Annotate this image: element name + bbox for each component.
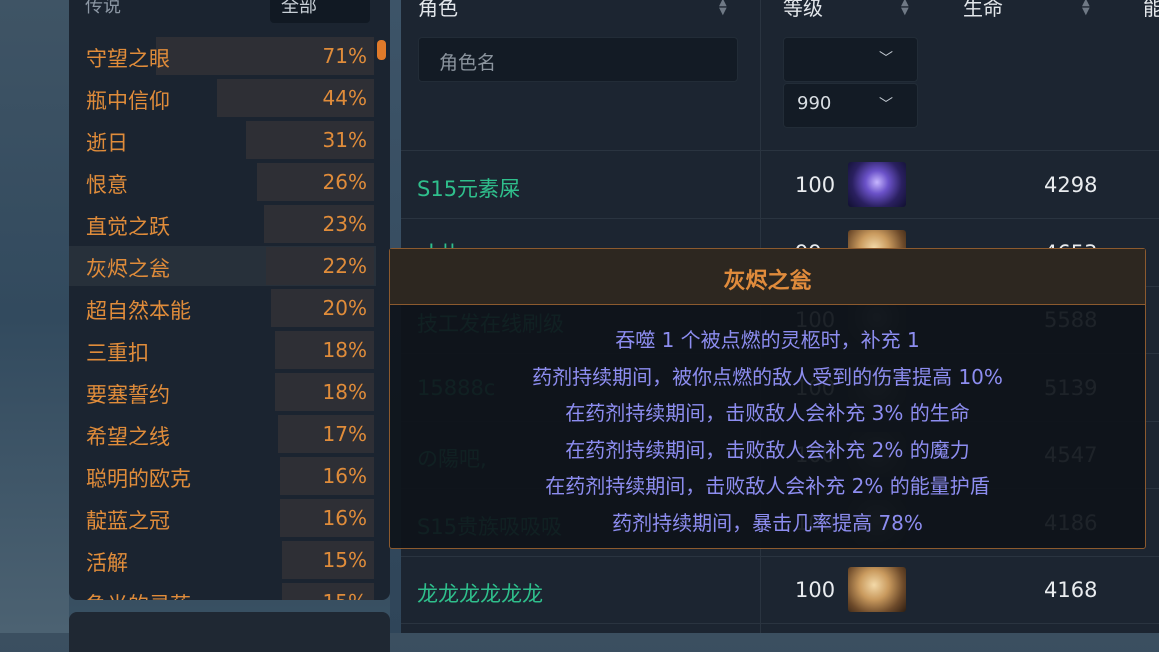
legendary-name: 活解	[86, 551, 128, 575]
chevron-down-icon: ﹀	[879, 51, 893, 67]
header-level[interactable]: 等级	[783, 0, 823, 21]
legendary-name: 瓶中信仰	[86, 89, 170, 113]
scrollbar-thumb[interactable]	[377, 40, 386, 60]
scrollbar-track[interactable]	[376, 36, 390, 600]
header-life[interactable]: 生命	[963, 0, 1003, 21]
legendary-percent: 16%	[322, 506, 367, 530]
legendary-percent: 16%	[322, 464, 367, 488]
tooltip-line: 在药剂持续期间，击败敌人会补充 2% 的能量护盾	[545, 474, 990, 499]
character-link[interactable]: S15元素屎	[417, 173, 520, 203]
legendary-item[interactable]: 直觉之跃 23%	[69, 204, 376, 244]
legendary-percent: 26%	[322, 170, 367, 194]
legendary-percent: 71%	[322, 44, 367, 68]
legendary-name: 聪明的欧克	[86, 467, 191, 491]
legendary-name: 逝日	[86, 131, 128, 155]
life-value: 4168	[1044, 578, 1098, 602]
level-select-value: 990	[797, 93, 832, 114]
panel-filter-select[interactable]: 全部 ﹀	[270, 0, 370, 23]
tooltip-line: 在药剂持续期间，击败敌人会补充 2% 的魔力	[565, 437, 970, 462]
sort-icon[interactable]: ▲ ▼	[1082, 0, 1090, 17]
legendary-item[interactable]: 三重扣 18%	[69, 330, 376, 370]
table-row[interactable]: S15元素屎 100 4298	[401, 151, 1159, 219]
legendary-percent: 18%	[322, 380, 367, 404]
tooltip-header: 灰烬之瓮	[390, 249, 1145, 305]
legendary-percent: 15%	[322, 548, 367, 572]
legendary-name: 要塞誓约	[86, 383, 170, 407]
legendary-percent: 17%	[322, 422, 367, 446]
legendary-name: 守望之眼	[86, 47, 170, 71]
legendary-name: 急光的灵药	[86, 589, 191, 600]
panel-header: 传说 全部 ﹀	[69, 0, 390, 34]
secondary-panel	[69, 612, 390, 652]
legendary-percent: 23%	[322, 212, 367, 236]
chevron-down-icon: ﹀	[328, 0, 345, 11]
legendary-name: 三重扣	[86, 341, 149, 365]
legendary-item[interactable]: 聪明的欧克 16%	[69, 456, 376, 496]
sort-icon[interactable]: ▲ ▼	[901, 0, 909, 17]
legendary-item[interactable]: 要塞誓约 18%	[69, 372, 376, 412]
select-value: 全部	[281, 0, 317, 17]
legendary-percent: 22%	[322, 254, 367, 278]
row-divider	[401, 623, 1159, 624]
legendary-percent: 31%	[322, 128, 367, 152]
legendary-percent: 44%	[322, 86, 367, 110]
background-left	[0, 0, 69, 633]
sort-icon[interactable]: ▲ ▼	[719, 0, 727, 17]
class-avatar	[848, 162, 906, 207]
legendary-item[interactable]: 守望之眼 71%	[69, 36, 376, 76]
level-value: 100	[795, 578, 836, 602]
character-name-input[interactable]: 角色名	[418, 37, 738, 82]
character-link[interactable]: 龙龙龙龙龙龙	[417, 578, 543, 608]
life-value: 4298	[1044, 173, 1098, 197]
legendary-item[interactable]: 希望之线 17%	[69, 414, 376, 454]
table-row[interactable]: 龙龙龙龙龙龙 100 4168	[401, 556, 1159, 624]
tooltip-title: 灰烬之瓮	[723, 269, 812, 294]
panel-title: 传说	[85, 0, 121, 17]
legendary-item[interactable]: 灰烬之瓮 22%	[69, 246, 376, 286]
legendary-item[interactable]: 超自然本能 20%	[69, 288, 376, 328]
tooltip-line: 药剂持续期间，暴击几率提高 78%	[612, 511, 923, 535]
legendary-name: 靛蓝之冠	[86, 509, 170, 533]
legendary-name: 超自然本能	[86, 299, 191, 323]
header-character[interactable]: 角色	[418, 0, 458, 21]
legendary-item[interactable]: 靛蓝之冠 16%	[69, 498, 376, 538]
chevron-down-icon: ﹀	[879, 97, 893, 113]
level-select-primary[interactable]: ﹀	[783, 37, 918, 82]
legendary-percent: 20%	[322, 296, 367, 320]
tooltip-line: 吞噬 1 个被点燃的灵柩时，补充 1	[615, 328, 920, 352]
tooltip-line: 在药剂持续期间，击败敌人会补充 3% 的生命	[565, 401, 970, 426]
legendary-name: 直觉之跃	[86, 215, 170, 239]
level-select-secondary[interactable]: 990 ﹀	[783, 83, 918, 128]
header-next[interactable]: 能	[1143, 0, 1159, 21]
legendary-name: 灰烬之瓮	[86, 257, 170, 281]
legendary-item[interactable]: 活解 15%	[69, 540, 376, 580]
legendary-item[interactable]: 急光的灵药 15%	[69, 582, 376, 600]
legendary-name: 希望之线	[86, 425, 170, 449]
legendary-item[interactable]: 恨意 26%	[69, 162, 376, 202]
legendary-name: 恨意	[86, 173, 128, 197]
name-placeholder: 角色名	[439, 52, 497, 74]
legendary-percent: 15%	[323, 590, 367, 600]
class-avatar	[848, 567, 906, 612]
tooltip-line: 药剂持续期间，被你点燃的敌人受到的伤害提高 10%	[532, 364, 1003, 389]
legendary-percent: 18%	[322, 338, 367, 362]
level-value: 100	[795, 173, 836, 197]
legendary-item[interactable]: 瓶中信仰 44%	[69, 78, 376, 118]
legendary-item[interactable]: 逝日 31%	[69, 120, 376, 160]
legendary-filter-panel: 传说 全部 ﹀ 守望之眼 71% 瓶中信仰 44% 逝日 31% 恨意 26% 直觉之跃 23% 灰…	[69, 0, 390, 600]
item-tooltip: 灰烬之瓮 吞噬 1 个被点燃的灵柩时，补充 1 药剂持续期间，被你点燃的敌人受到的…	[389, 248, 1146, 549]
